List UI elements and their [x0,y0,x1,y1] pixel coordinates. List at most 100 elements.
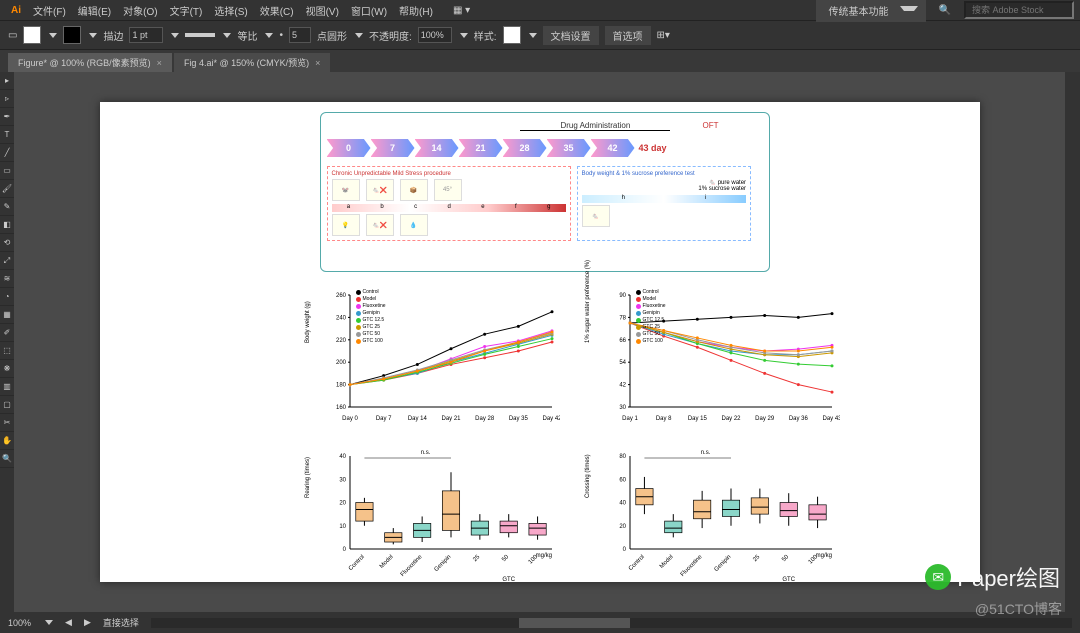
stress-icon: 🐁❌ [366,179,394,201]
canvas-area[interactable]: Drug Administration OFT 07142128354243 d… [14,72,1065,612]
menu-type[interactable]: 文字(T) [165,1,208,20]
blend-tool-icon[interactable]: ⬚ [0,342,14,360]
svg-text:40: 40 [339,454,346,460]
pencil-tool-icon[interactable]: ✎ [0,198,14,216]
menu-select[interactable]: 选择(S) [209,1,252,20]
scrollbar-thumb[interactable] [519,618,630,628]
chevron-down-icon [89,33,97,38]
align-icon[interactable]: ⊞▾ [657,30,670,41]
tab-figure[interactable]: Figure* @ 100% (RGB/像素预览)× [8,53,172,72]
doc-setup-button[interactable]: 文档设置 [543,26,599,45]
artboard-tool-icon[interactable]: ▢ [0,396,14,414]
opacity-label: 不透明度: [369,28,412,43]
chevron-down-icon [265,33,273,38]
selection-tool-icon[interactable]: ▸ [0,72,14,90]
close-icon[interactable]: × [315,58,320,68]
line-tool-icon[interactable]: ╱ [0,144,14,162]
timeline: 07142128354243 day [327,136,763,160]
svg-text:Model: Model [378,554,394,570]
type-tool-icon[interactable]: T [0,126,14,144]
horizontal-scrollbar[interactable] [151,618,1072,628]
shape-builder-icon[interactable]: ◔ [0,288,14,306]
scale-tool-icon[interactable]: ⤢ [0,252,14,270]
width-tool-icon[interactable]: ≋ [0,270,14,288]
svg-text:Day 43: Day 43 [822,416,840,422]
chevron-down-icon [49,33,57,38]
fill-swatch[interactable] [23,26,41,44]
app-logo-icon: Ai [6,3,26,18]
svg-text:260: 260 [335,293,346,299]
svg-text:Genipin: Genipin [713,554,732,573]
svg-text:50: 50 [781,554,790,563]
ratio-dropdown[interactable]: 等比 [237,28,257,43]
opacity-input[interactable] [418,27,452,43]
svg-text:78: 78 [619,315,626,321]
svg-text:20: 20 [619,524,626,530]
rect-tool-icon[interactable]: ▭ [0,162,14,180]
status-bar: 100% ◀ ▶ 直接选择 [0,612,1080,633]
arrange-icon[interactable]: ▦ ▾ [448,3,475,18]
zoom-level[interactable]: 100% [8,618,31,628]
menu-window[interactable]: 窗口(W) [346,1,392,20]
svg-text:0: 0 [342,547,346,553]
stress-icon: 45° [434,179,462,201]
pen-tool-icon[interactable]: ✒ [0,108,14,126]
svg-text:Day 1: Day 1 [622,416,638,422]
direct-select-tool-icon[interactable]: ▹ [0,90,14,108]
prefs-button[interactable]: 首选项 [605,26,651,45]
svg-text:180: 180 [335,383,346,389]
svg-text:Control: Control [627,554,645,572]
hand-tool-icon[interactable]: ✋ [0,432,14,450]
svg-text:54: 54 [619,360,626,366]
chart-sucrose: 1% sugar water preference (%) ControlMod… [590,287,840,432]
svg-text:Day 21: Day 21 [441,416,461,422]
menu-help[interactable]: 帮助(H) [394,1,438,20]
stroke-swatch[interactable] [63,26,81,44]
brush-tool-icon[interactable]: 🖌 [0,180,14,198]
svg-text:GTC: GTC [502,577,515,583]
menu-bar: Ai 文件(F) 编辑(E) 对象(O) 文字(T) 选择(S) 效果(C) 视… [0,0,1080,20]
artboard: Drug Administration OFT 07142128354243 d… [100,102,980,582]
menu-effect[interactable]: 效果(C) [255,1,299,20]
graph-tool-icon[interactable]: ▥ [0,378,14,396]
gradient-tool-icon[interactable]: ▦ [0,306,14,324]
stroke-weight-input[interactable] [129,27,163,43]
svg-text:GTC: GTC [782,577,795,583]
svg-text:20: 20 [339,501,346,507]
svg-text:Day 42: Day 42 [542,416,560,422]
stroke-style-preview[interactable] [185,33,215,37]
menu-edit[interactable]: 编辑(E) [73,1,116,20]
eyedropper-tool-icon[interactable]: ✐ [0,324,14,342]
svg-text:200: 200 [335,360,346,366]
svg-text:240: 240 [335,315,346,321]
brush-count-input[interactable] [289,27,311,43]
workspace-switcher[interactable]: 传统基本功能 [816,0,926,22]
search-icon[interactable]: 🔍 [934,3,956,18]
rotate-tool-icon[interactable]: ⟲ [0,234,14,252]
slice-tool-icon[interactable]: ✂ [0,414,14,432]
stress-icon: 💧 [400,214,428,236]
svg-text:Day 29: Day 29 [755,416,775,422]
no-selection-icon: ▭ [8,30,17,41]
chevron-down-icon [529,33,537,38]
zoom-tool-icon[interactable]: 🔍 [0,450,14,468]
graphic-style-swatch[interactable] [503,26,521,44]
eraser-tool-icon[interactable]: ◧ [0,216,14,234]
menu-file[interactable]: 文件(F) [28,1,71,20]
artboard-nav-prev-icon[interactable]: ◀ [65,617,72,628]
drug-admin-label: Drug Administration [520,121,670,131]
artboard-nav-next-icon[interactable]: ▶ [84,617,91,628]
svg-text:Day 28: Day 28 [475,416,495,422]
svg-text:40: 40 [619,501,626,507]
symbol-tool-icon[interactable]: ❋ [0,360,14,378]
stress-icon: 📦 [400,179,428,201]
workspace: ▸ ▹ ✒ T ╱ ▭ 🖌 ✎ ◧ ⟲ ⤢ ≋ ◔ ▦ ✐ ⬚ ❋ ▥ ▢ ✂ … [0,72,1080,612]
menu-object[interactable]: 对象(O) [118,1,162,20]
stock-search-input[interactable] [964,1,1074,19]
close-icon[interactable]: × [157,58,162,68]
tab-fig4[interactable]: Fig 4.ai* @ 150% (CMYK/预览)× [174,53,330,72]
menu-view[interactable]: 视图(V) [301,1,344,20]
preference-test-box: Body weight & 1% sucrose preference test… [577,166,751,241]
right-panel-dock[interactable] [1065,72,1080,612]
brush-shape-label[interactable]: 点圆形 [317,28,347,43]
